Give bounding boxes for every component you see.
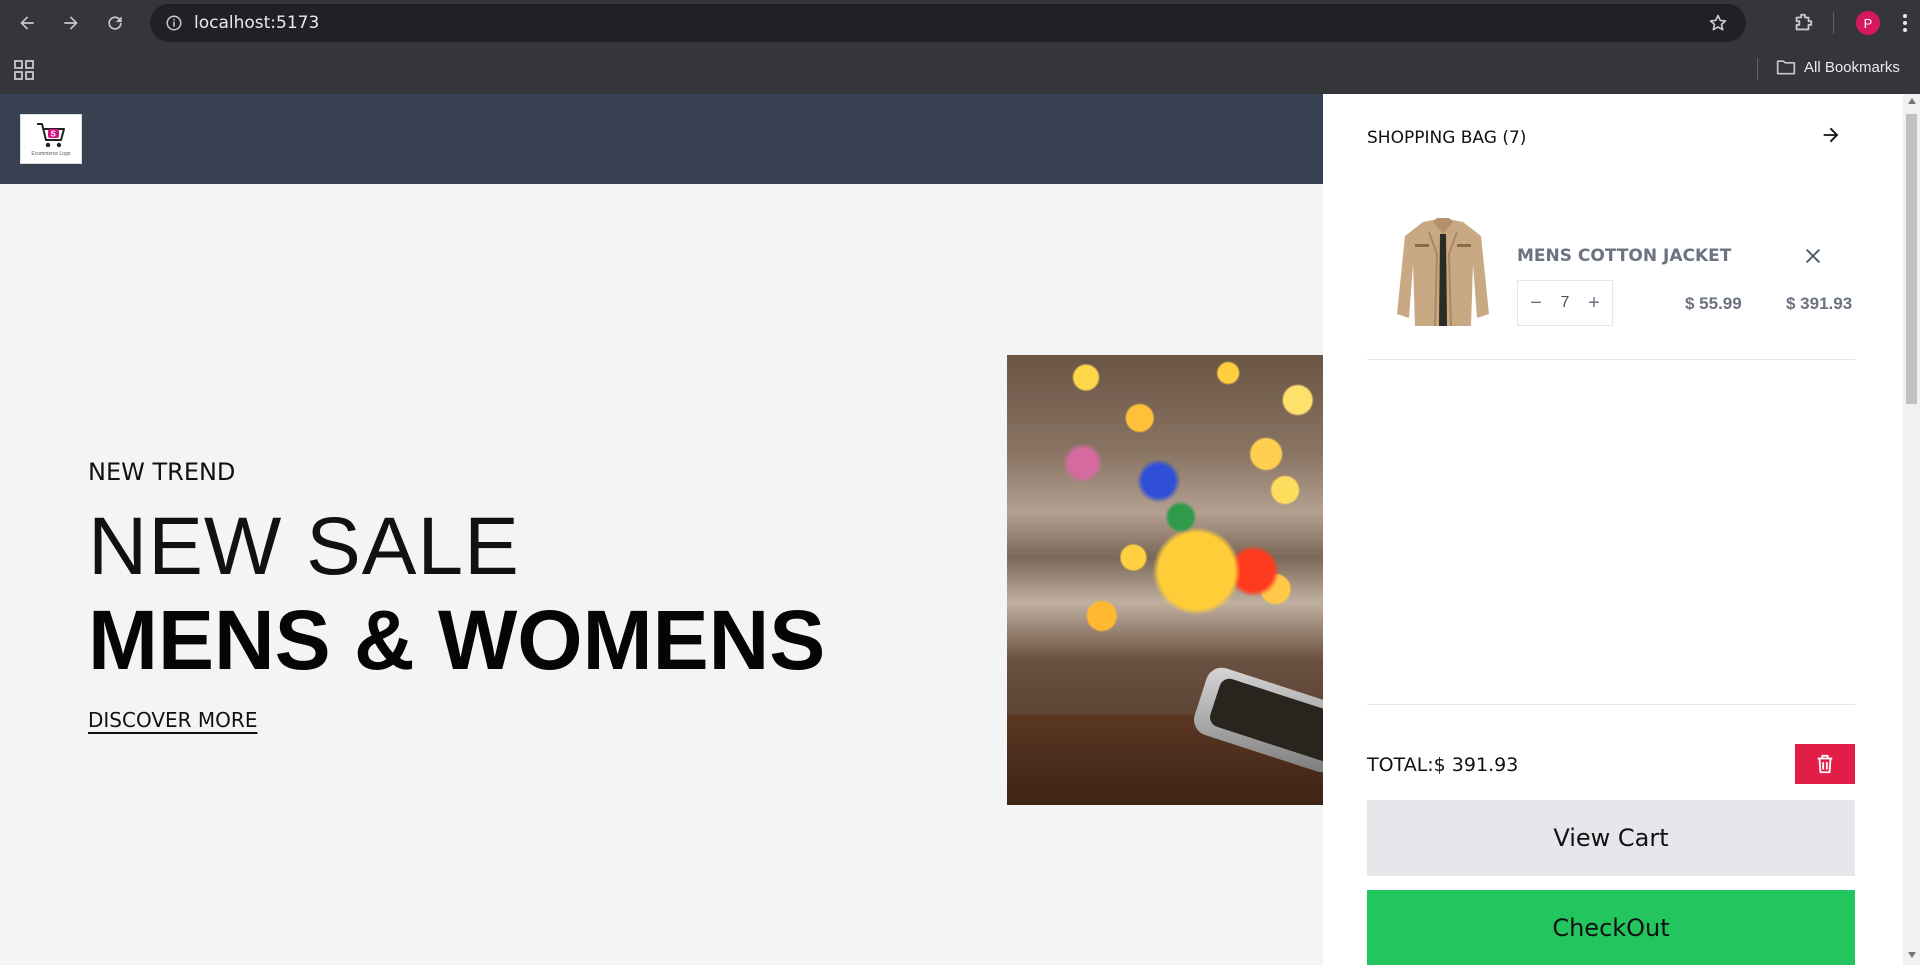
- hero-image: [1007, 355, 1323, 805]
- toolbar-divider: [1833, 12, 1834, 34]
- page-viewport: S Ecommerce Logo NEW TREND NEW SALE MENS…: [0, 94, 1920, 965]
- hero-title-line1: NEW SALE: [88, 501, 520, 592]
- forward-icon[interactable]: [49, 0, 93, 46]
- cart-item-name[interactable]: MENS COTTON JACKET: [1517, 246, 1731, 266]
- cart-item: MENS COTTON JACKET − 7 + $ 55.99 $ 391.9…: [1367, 214, 1855, 360]
- logo-caption: Ecommerce Logo: [31, 151, 71, 157]
- bookmarks-divider: [1757, 58, 1758, 80]
- checkout-button[interactable]: CheckOut: [1367, 890, 1855, 965]
- cart-logo-icon: S: [37, 123, 65, 148]
- extensions-icon[interactable]: [1781, 12, 1825, 34]
- shopping-bag-drawer: SHOPPING BAG (7) MENS COTTON JACKET − 7 …: [1323, 94, 1903, 965]
- quantity-value: 7: [1560, 294, 1570, 311]
- jacket-image: [1397, 218, 1489, 327]
- trash-icon: [1817, 754, 1833, 774]
- site-info-icon[interactable]: [154, 14, 194, 32]
- shopping-bag-title: SHOPPING BAG (7): [1367, 128, 1527, 148]
- profile-avatar[interactable]: P: [1856, 11, 1880, 35]
- address-bar[interactable]: localhost:5173: [150, 4, 1746, 42]
- scroll-down-arrow-icon[interactable]: [1908, 952, 1916, 958]
- folder-icon: [1776, 60, 1796, 75]
- hero-title-line2: MENS & WOMENS: [88, 593, 826, 687]
- quantity-stepper: − 7 +: [1517, 280, 1613, 326]
- apps-grid-icon[interactable]: [14, 60, 34, 85]
- cart-item-unit-price: $ 55.99: [1685, 294, 1742, 313]
- reload-icon[interactable]: [93, 0, 137, 46]
- close-drawer-arrow-icon[interactable]: [1820, 124, 1842, 151]
- all-bookmarks-button[interactable]: All Bookmarks: [1776, 58, 1900, 76]
- bookmark-star-icon[interactable]: [1708, 13, 1728, 38]
- svg-text:S: S: [51, 130, 57, 139]
- browser-chrome: localhost:5173 P All Bookmarks: [0, 0, 1920, 94]
- browser-menu-icon[interactable]: [1890, 13, 1920, 33]
- clear-cart-button[interactable]: [1795, 744, 1855, 784]
- decrease-quantity-button[interactable]: −: [1528, 292, 1544, 315]
- url-text[interactable]: localhost:5173: [194, 13, 319, 33]
- site-logo[interactable]: S Ecommerce Logo: [20, 114, 82, 164]
- cart-footer-divider: [1367, 704, 1855, 705]
- increase-quantity-button[interactable]: +: [1586, 292, 1602, 315]
- cart-item-line-total: $ 391.93: [1786, 294, 1853, 313]
- hero-subtitle: NEW TREND: [88, 458, 236, 486]
- discover-more-link[interactable]: DISCOVER MORE: [88, 708, 257, 732]
- view-cart-button[interactable]: View Cart: [1367, 800, 1855, 876]
- cart-total: TOTAL:$ 391.93: [1367, 754, 1519, 776]
- page-scrollbar[interactable]: [1903, 94, 1920, 965]
- hero-banner: NEW TREND NEW SALE MENS & WOMENS DISCOVE…: [0, 184, 1323, 965]
- scrollbar-thumb[interactable]: [1906, 114, 1917, 404]
- remove-item-close-icon[interactable]: [1803, 246, 1823, 271]
- site-header: S Ecommerce Logo: [0, 94, 1323, 184]
- back-icon[interactable]: [5, 0, 49, 46]
- scroll-up-arrow-icon[interactable]: [1908, 98, 1916, 104]
- all-bookmarks-label: All Bookmarks: [1804, 58, 1900, 76]
